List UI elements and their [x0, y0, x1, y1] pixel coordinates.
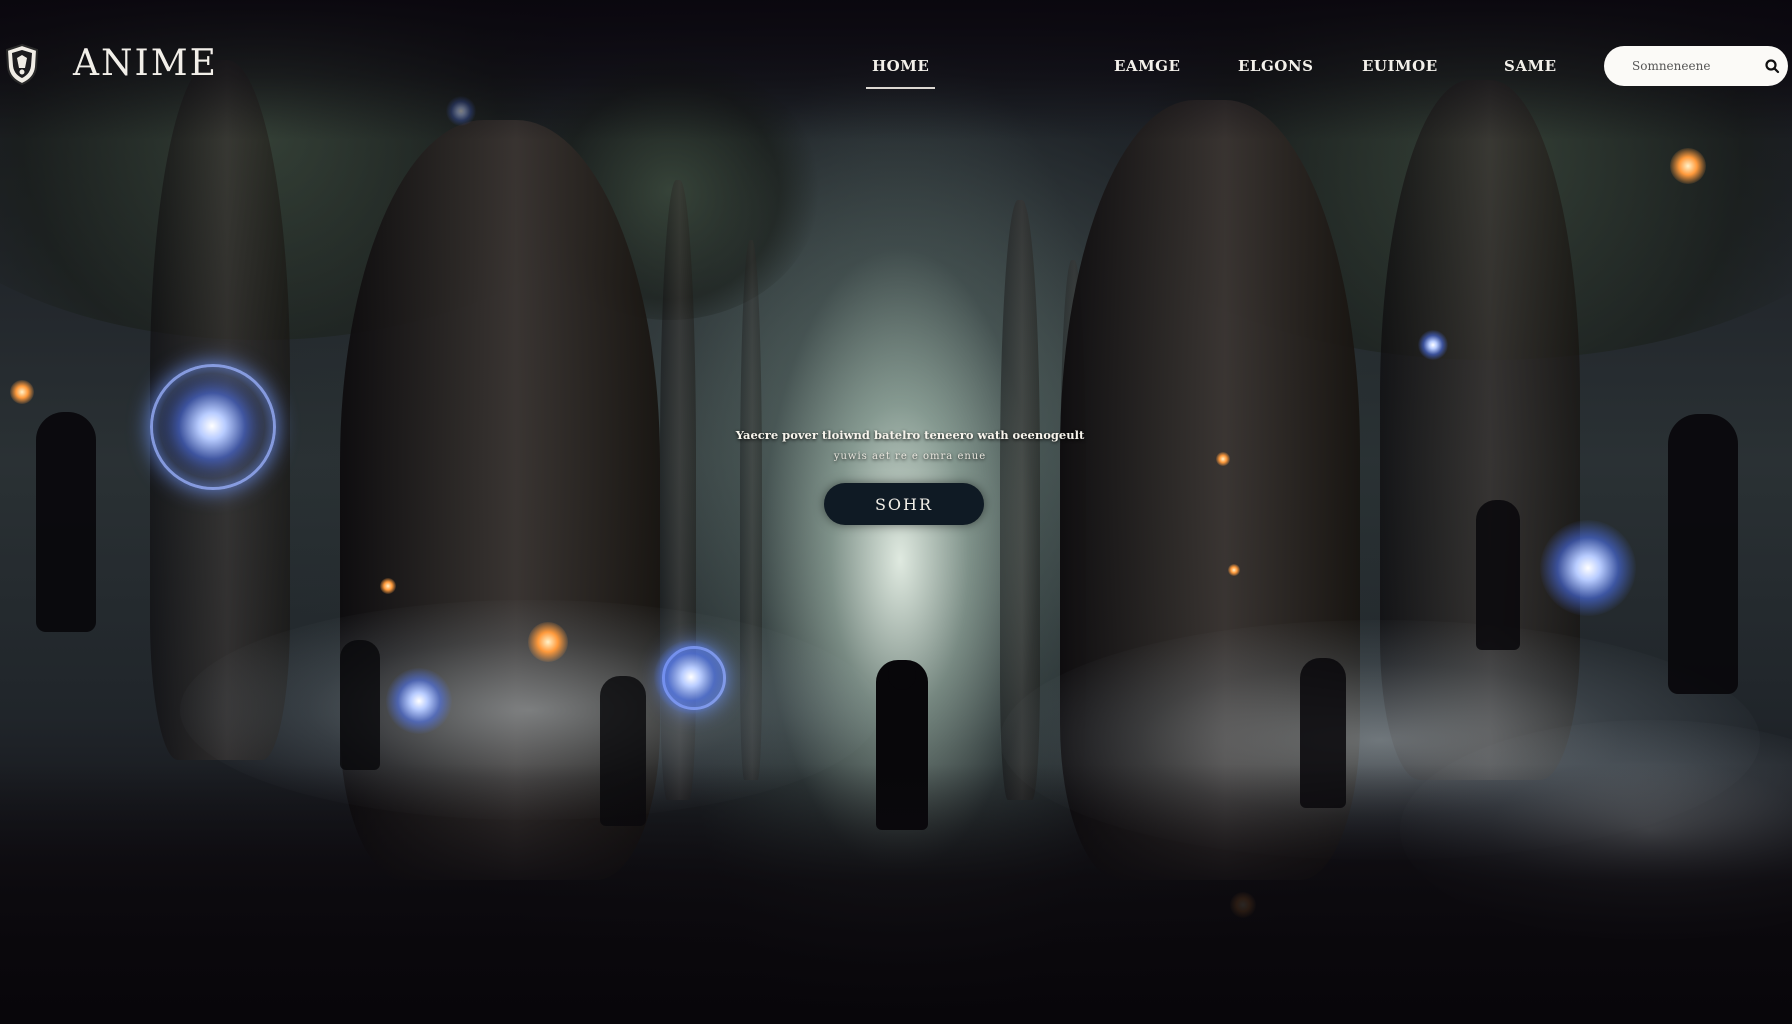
nav-item-same[interactable]: SAME [1504, 52, 1557, 80]
hero-subtagline: yuwis aet re e omra enue [833, 451, 987, 462]
hero-section: Yaecre pover tloiwnd batelro teneero wat… [600, 424, 1220, 525]
hero-cta-button[interactable]: SOHR [824, 483, 984, 525]
site-header: ANIME HOME EAMGE ELGONS EUIMOE SAME [0, 0, 1792, 132]
nav-item-eamge[interactable]: EAMGE [1114, 52, 1180, 80]
search-bar [1604, 46, 1788, 86]
brand-logo-link[interactable]: ANIME [4, 42, 216, 86]
shield-crest-icon [5, 43, 39, 85]
nav-item-euimoe[interactable]: EUIMOE [1362, 52, 1438, 80]
search-icon[interactable] [1764, 58, 1780, 74]
hero-tagline: Yaecre pover tloiwnd batelro teneero wat… [735, 428, 1085, 442]
search-input[interactable] [1630, 47, 1764, 85]
nav-item-elgons[interactable]: ELGONS [1238, 52, 1313, 80]
brand-name: ANIME [73, 43, 218, 84]
nav-item-home[interactable]: HOME [865, 52, 936, 89]
